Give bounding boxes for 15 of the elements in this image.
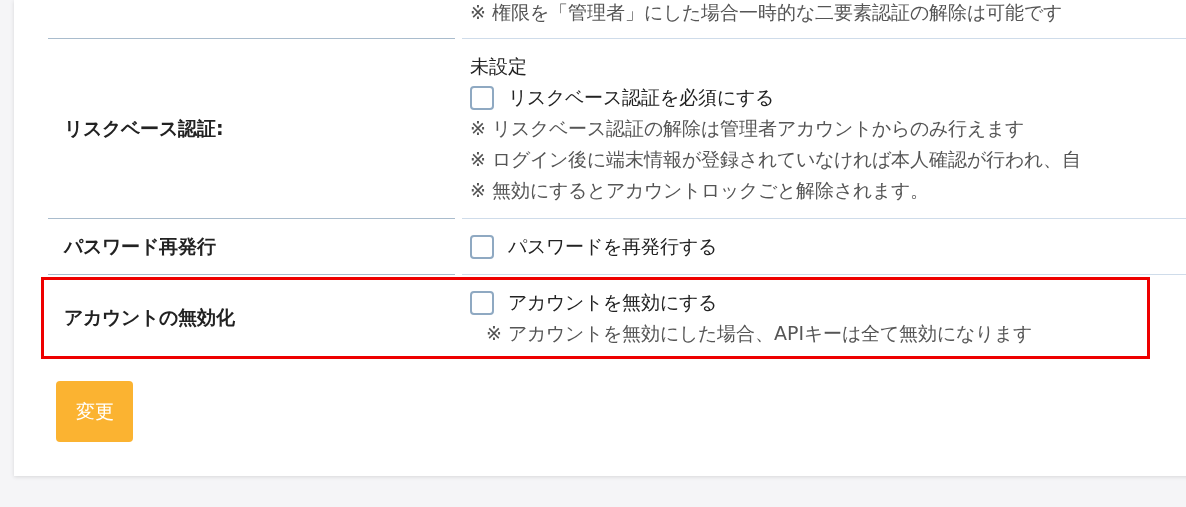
note-text: ※ リスクベース認証の解除は管理者アカウントからのみ行えます — [470, 116, 1024, 141]
setting-label: リスクベース認証: — [64, 115, 224, 141]
checkbox-label[interactable]: パスワードを再発行する — [470, 231, 717, 262]
note-text: ※ ログイン後に端末情報が登録されていなければ本人確認が行われ、自 — [470, 147, 1081, 172]
checkbox[interactable] — [470, 290, 494, 315]
note-text: ※ 無効にするとアカウントロックごと解除されます。 — [470, 178, 929, 203]
checkbox-label[interactable]: リスクベース認証を必須にする — [470, 82, 774, 113]
note-text: ※ アカウントを無効にした場合、APIキーは全て無効になります — [485, 321, 1033, 346]
checkbox[interactable] — [470, 85, 494, 110]
checkbox-label[interactable]: アカウントを無効にする — [470, 287, 717, 318]
setting-label: アカウントの無効化 — [64, 305, 235, 330]
note-text: ※ 権限を「管理者」にした場合一時的な二要素認証の解除は可能です — [470, 0, 1062, 25]
status-text: 未設定 — [470, 54, 527, 79]
setting-label: パスワード再発行 — [64, 233, 216, 259]
checkbox[interactable] — [470, 234, 494, 259]
